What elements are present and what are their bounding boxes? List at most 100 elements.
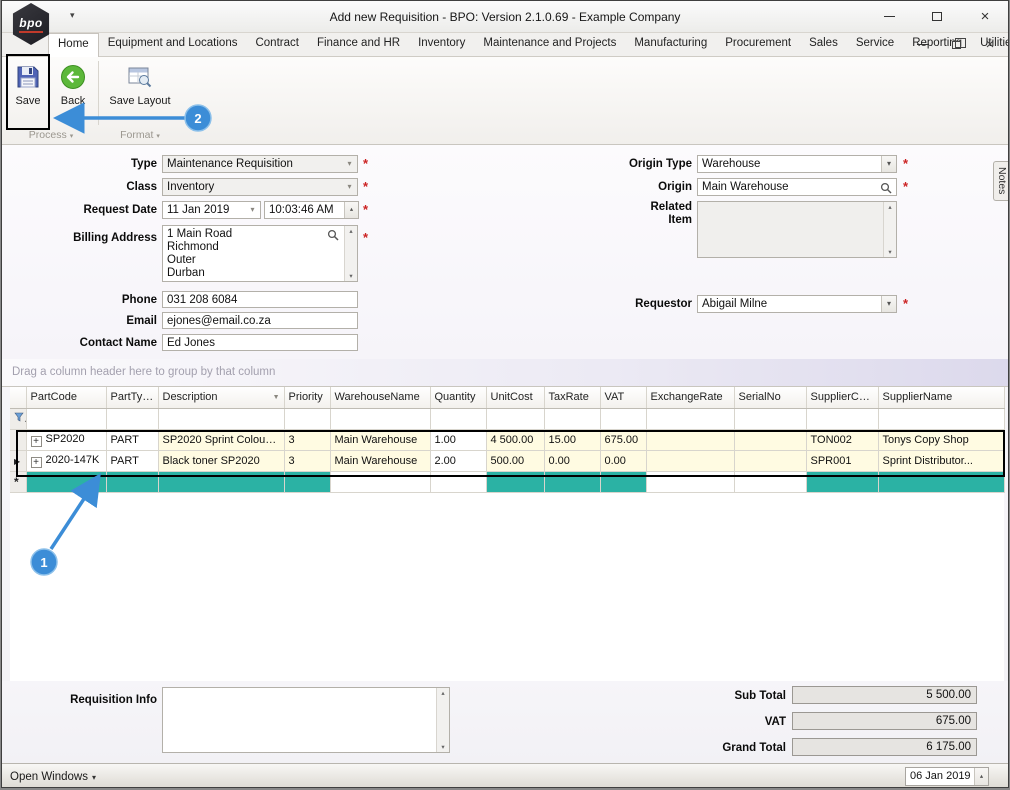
cell-suppliername[interactable]: Tonys Copy Shop [878,429,1005,451]
filter-cell-priority[interactable] [284,408,331,430]
filter-cell-exchangerate[interactable] [646,408,735,430]
new-cell-exchangerate[interactable] [646,471,735,493]
cell-unitcost[interactable]: 500.00 [486,450,545,472]
column-header-quantity[interactable]: Quantity [430,387,487,409]
new-cell-warehousename[interactable] [330,471,431,493]
cell-parttype[interactable]: PART [106,429,159,451]
expand-icon[interactable]: + [30,435,42,447]
minimize-button[interactable] [874,6,904,26]
column-header-serialno[interactable]: SerialNo [734,387,807,409]
scrollbar[interactable]: ▴ ▾ [436,688,449,752]
new-cell-description[interactable] [158,471,285,493]
status-date-picker[interactable]: 06 Jan 2019 ▴▾ [905,767,989,786]
request-time-spinner[interactable]: 10:03:46 AM ▴▾ [264,201,359,219]
origin-lookup[interactable]: Main Warehouse [697,178,897,196]
ribbon-tab-contract[interactable]: Contract [246,33,307,57]
close-button[interactable]: × [970,6,1000,26]
back-button[interactable]: Back [52,60,94,126]
cell-suppliercode[interactable]: SPR001 [806,450,879,472]
cell-priority[interactable]: 3 [284,429,331,451]
new-cell-priority[interactable] [284,471,331,493]
filter-cell-warehousename[interactable] [330,408,431,430]
billing-address-textarea[interactable]: 1 Main Road Richmond Outer Durban ▴ ▾ [162,225,358,282]
related-item-box[interactable]: ▴ ▾ [697,201,897,258]
ribbon-group-process[interactable]: Process ▾ [6,128,96,143]
requisition-info-textarea[interactable]: ▴ ▾ [162,687,450,753]
spinner-up-icon[interactable]: ▴ [345,202,358,218]
column-header-unitcost[interactable]: UnitCost [486,387,545,409]
cell-partcode[interactable]: +2020-147K [26,450,107,472]
filter-cell-taxrate[interactable] [544,408,601,430]
new-cell-parttype[interactable] [106,471,159,493]
ribbon-tab-sales[interactable]: Sales [800,33,847,57]
phone-input[interactable]: 031 208 6084 [162,291,358,308]
cell-warehousename[interactable]: Main Warehouse [330,429,431,451]
filter-cell-description[interactable] [158,408,285,430]
ribbon-tab-finance-and-hr[interactable]: Finance and HR [308,33,409,57]
ribbon-tab-equipment-and-locations[interactable]: Equipment and Locations [99,33,247,57]
chevron-down-icon[interactable]: ▾ [881,296,896,312]
cell-serialno[interactable] [734,450,807,472]
new-cell-taxrate[interactable] [544,471,601,493]
cell-partcode[interactable]: + SP2020 [26,429,107,451]
open-windows-button[interactable]: Open Windows ▾ [10,764,96,787]
spinner-down-icon[interactable]: ▾ [345,218,358,219]
cell-priority[interactable]: 3 [284,450,331,472]
save-layout-button[interactable]: Save Layout [102,60,178,126]
column-header-taxrate[interactable]: TaxRate [544,387,601,409]
cell-parttype[interactable]: PART [106,450,159,472]
scrollbar[interactable]: ▴ ▾ [344,226,357,281]
cell-description[interactable]: Black toner SP2020 [158,450,285,472]
ribbon-group-format[interactable]: Format ▾ [100,128,180,143]
search-icon[interactable] [327,229,339,241]
mdi-minimize-button[interactable] [912,36,932,53]
origin-type-select[interactable]: Warehouse ▾ [697,155,897,173]
scroll-up-icon[interactable]: ▴ [884,203,896,211]
spinner-up-icon[interactable]: ▴ [975,768,988,785]
ribbon-tab-manufacturing[interactable]: Manufacturing [625,33,716,57]
notes-tab[interactable]: Notes [993,161,1008,201]
expand-icon[interactable]: + [30,456,42,468]
scroll-up-icon[interactable]: ▴ [437,689,449,697]
column-header-description[interactable]: Description ▼ [158,387,285,409]
column-header-exchangerate[interactable]: ExchangeRate [646,387,735,409]
chevron-down-icon[interactable]: ▾ [342,179,357,195]
cell-quantity[interactable]: 2.00 [430,450,487,472]
ribbon-tab-inventory[interactable]: Inventory [409,33,474,57]
email-field[interactable]: ejones@email.co.za [162,312,358,329]
chevron-down-icon[interactable]: ▾ [881,156,896,172]
new-cell-quantity[interactable] [430,471,487,493]
filter-cell-partcode[interactable] [26,408,107,430]
cell-exchangerate[interactable] [646,429,735,451]
new-cell-serialno[interactable] [734,471,807,493]
cell-warehousename[interactable]: Main Warehouse [330,450,431,472]
search-icon[interactable] [880,182,892,194]
scrollbar[interactable]: ▴ ▾ [883,202,896,257]
cell-taxrate[interactable]: 0.00 [544,450,601,472]
contact-name-input[interactable]: Ed Jones [162,334,358,351]
column-header-suppliername[interactable]: SupplierName [878,387,1005,409]
filter-cell-vat[interactable] [600,408,647,430]
column-header-priority[interactable]: Priority [284,387,331,409]
filter-cell-serialno[interactable] [734,408,807,430]
filter-cell-suppliercode[interactable] [806,408,879,430]
column-header-vat[interactable]: VAT [600,387,647,409]
ribbon-tab-home[interactable]: Home [48,33,99,58]
cell-quantity[interactable]: 1.00 [430,429,487,451]
cell-description[interactable]: SP2020 Sprint Colour ... [158,429,285,451]
chevron-down-icon[interactable]: ▾ [245,202,260,218]
save-button[interactable]: Save [8,60,48,126]
mdi-restore-button[interactable] [946,36,966,53]
new-cell-unitcost[interactable] [486,471,545,493]
scroll-down-icon[interactable]: ▾ [884,248,896,256]
new-cell-partcode[interactable] [26,471,107,493]
requestor-select[interactable]: Abigail Milne ▾ [697,295,897,313]
spinner-down-icon[interactable]: ▾ [975,785,988,786]
filter-cell-quantity[interactable] [430,408,487,430]
cell-unitcost[interactable]: 4 500.00 [486,429,545,451]
new-cell-suppliername[interactable] [878,471,1005,493]
filter-cell-suppliername[interactable] [878,408,1005,430]
ribbon-tab-procurement[interactable]: Procurement [716,33,800,57]
cell-vat[interactable]: 675.00 [600,429,647,451]
new-cell-suppliercode[interactable] [806,471,879,493]
